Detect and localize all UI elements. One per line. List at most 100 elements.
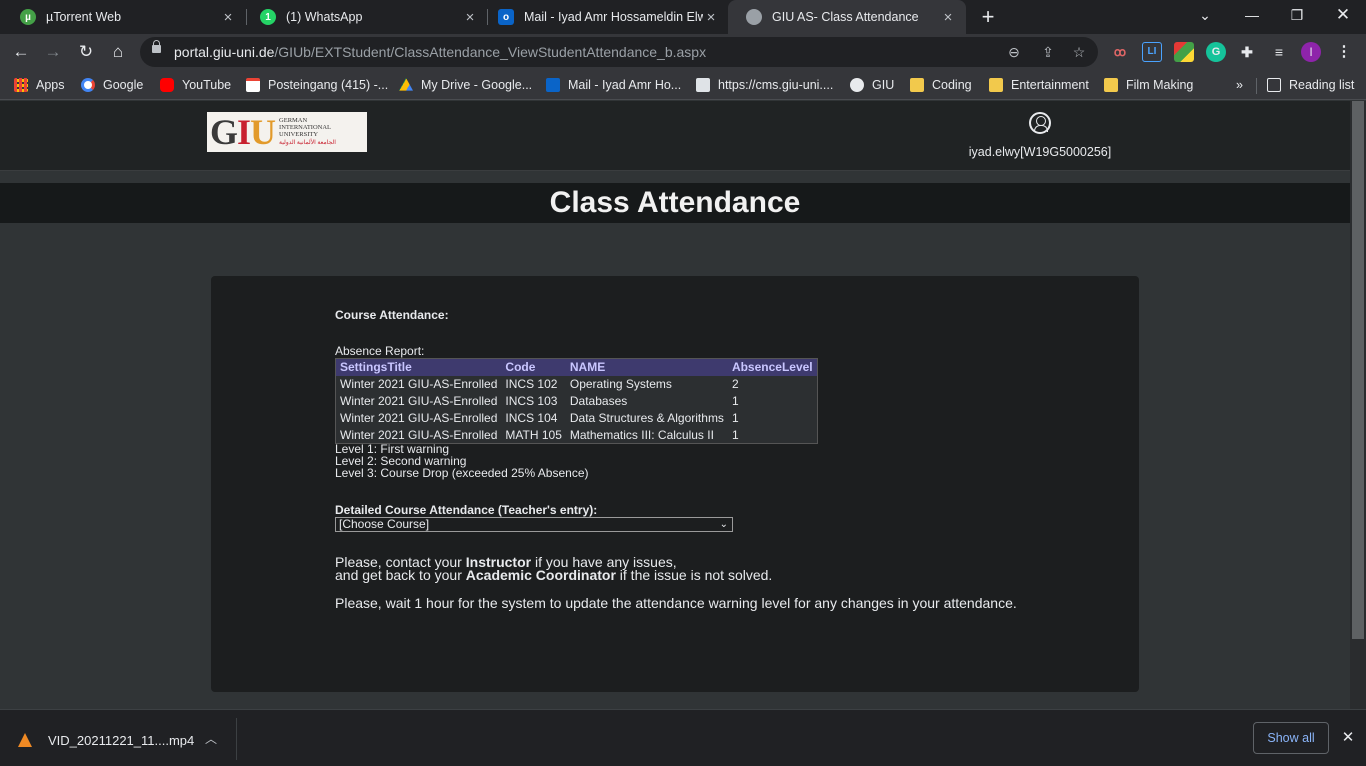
bookmark-folder-film-making[interactable]: Film Making — [1104, 76, 1193, 94]
reload-icon[interactable]: ↻ — [74, 40, 98, 64]
column-header: AbsenceLevel — [727, 358, 818, 376]
bookmark-google[interactable]: Google — [81, 76, 143, 94]
tab-strip: µ µTorrent Web × 1 (1) WhatsApp × o Mail… — [0, 0, 1366, 34]
bookmark-apps[interactable]: Apps — [14, 76, 65, 94]
bookmark-cms[interactable]: https://cms.giu-uni.... — [696, 76, 833, 94]
site-header: GIU GERMAN INTERNATIONAL UNIVERSITY الجا… — [0, 101, 1350, 171]
course-select[interactable]: [Choose Course] ⌄ — [335, 517, 733, 532]
media-control-icon[interactable]: ≡ — [1269, 42, 1289, 62]
table-cell: Mathematics III: Calculus II — [569, 427, 714, 442]
bookmark-folder-entertainment[interactable]: Entertainment — [989, 76, 1089, 94]
tab-class-attendance[interactable]: GIU AS- Class Attendance × — [728, 0, 966, 34]
bookmark-drive[interactable]: My Drive - Google... — [399, 76, 532, 94]
bookmark-giu[interactable]: GIU — [850, 76, 894, 94]
giu-logo[interactable]: GIU GERMAN INTERNATIONAL UNIVERSITY الجا… — [207, 112, 367, 152]
address-bar[interactable]: portal.giu-uni.de/GIUb/EXTStudent/ClassA… — [140, 37, 1098, 67]
tab-mail[interactable]: o Mail - Iyad Amr Hossameldin Elw × — [480, 0, 729, 34]
new-tab-button[interactable]: + — [976, 5, 1000, 29]
page-title: Class Attendance — [549, 186, 801, 219]
bookmark-star-icon[interactable]: ☆ — [1069, 42, 1089, 62]
tab-label: µTorrent Web — [46, 10, 122, 24]
table-cell: 1 — [731, 427, 739, 442]
home-icon[interactable]: ⌂ — [106, 40, 130, 64]
browser-toolbar: ← → ↻ ⌂ portal.giu-uni.de/GIUb/EXTStuden… — [0, 34, 1366, 70]
update-wait-note: Please, wait 1 hour for the system to up… — [335, 595, 1017, 611]
url-text[interactable]: portal.giu-uni.de/GIUb/EXTStudent/ClassA… — [174, 44, 706, 60]
tab-whatsapp[interactable]: 1 (1) WhatsApp × — [242, 0, 488, 34]
window-close-icon[interactable]: ✕ — [1331, 5, 1355, 25]
logo-mark: GIU — [210, 112, 276, 152]
outlook-icon: o — [498, 9, 514, 25]
contact-instructions: Please, contact your Instructor if you h… — [335, 554, 773, 583]
bookmark-label: Apps — [36, 78, 65, 92]
download-filename: VID_20211221_11....mp4 — [48, 732, 195, 748]
tab-search-chevron-icon[interactable]: ⌄ — [1193, 5, 1217, 25]
table-row: Winter 2021 GIU-AS-Enrolled INCS 103 Dat… — [336, 393, 818, 410]
reading-list-label: Reading list — [1289, 78, 1355, 92]
bookmark-label: YouTube — [182, 78, 232, 92]
close-icon[interactable]: × — [703, 9, 719, 26]
restore-icon[interactable]: ❐ — [1285, 5, 1309, 25]
column-header: Code — [501, 358, 566, 376]
youtube-icon — [160, 78, 174, 92]
table-cell: Winter 2021 GIU-AS-Enrolled — [340, 427, 498, 442]
level-3-text: Level 3: Course Drop (exceeded 25% Absen… — [335, 466, 589, 480]
table-row: Winter 2021 GIU-AS-Enrolled MATH 105 Mat… — [336, 427, 818, 444]
download-item[interactable]: VID_20211221_11....mp4 — [18, 730, 194, 750]
chevron-up-icon[interactable]: ︿ — [205, 730, 217, 747]
show-all-button[interactable]: Show all — [1253, 722, 1329, 754]
table-cell: INCS 104 — [505, 411, 558, 425]
bookmarks-overflow-button[interactable]: » — [1236, 76, 1243, 94]
bookmark-label: Film Making — [1126, 78, 1194, 92]
table-cell: Winter 2021 GIU-AS-Enrolled — [340, 411, 498, 425]
bookmark-folder-coding[interactable]: Coding — [910, 76, 972, 94]
table-cell: Winter 2021 GIU-AS-Enrolled — [340, 377, 498, 391]
user-icon[interactable] — [1029, 112, 1051, 134]
username: iyad.elwy[W19G5000256] — [968, 145, 1112, 159]
close-icon[interactable]: × — [940, 9, 956, 26]
bookmark-label: https://cms.giu-uni.... — [718, 78, 834, 92]
detailed-attendance-label: Detailed Course Attendance (Teacher's en… — [335, 503, 598, 517]
back-icon[interactable]: ← — [9, 40, 33, 64]
scrollbar-thumb[interactable] — [1352, 101, 1364, 639]
close-icon[interactable]: ✕ — [1338, 728, 1358, 746]
bookmark-gmail[interactable]: Posteingang (415) -... — [246, 76, 388, 94]
bookmark-label: Google — [103, 78, 144, 92]
table-cell: INCS 102 — [505, 377, 558, 391]
drive-icon — [399, 78, 413, 91]
bookmark-youtube[interactable]: YouTube — [160, 76, 231, 94]
close-icon[interactable]: × — [220, 9, 236, 26]
table-cell: MATH 105 — [505, 427, 562, 442]
bookmarks-bar: Apps Google YouTube Posteingang (415) -.… — [0, 70, 1366, 100]
forward-icon[interactable]: → — [41, 40, 65, 64]
bookmark-mail[interactable]: Mail - Iyad Amr Ho... — [546, 76, 681, 94]
color-extension-icon[interactable] — [1174, 42, 1194, 62]
tab-utorrent[interactable]: µ µTorrent Web × — [2, 0, 246, 34]
logo-text: GERMAN INTERNATIONAL UNIVERSITY الجامعة … — [279, 117, 336, 146]
share-icon[interactable]: ⇪ — [1038, 42, 1058, 62]
lock-icon[interactable] — [152, 40, 161, 53]
absence-level-legend: Level 1: First warning Level 2: Second w… — [335, 443, 588, 479]
page-scrollbar[interactable] — [1350, 101, 1366, 709]
linguee-extension-icon[interactable]: LI — [1142, 42, 1162, 62]
bookmark-label: Coding — [932, 78, 972, 92]
reading-list-button[interactable]: Reading list — [1267, 76, 1354, 94]
zoom-icon[interactable]: ⊖ — [1004, 42, 1024, 62]
close-icon[interactable]: × — [462, 9, 478, 26]
downloads-bar: VID_20211221_11....mp4 ︿ Show all ✕ — [0, 709, 1366, 766]
menu-kebab-icon[interactable]: ⋮ — [1334, 42, 1354, 62]
extension-glasses-icon[interactable]: ꝏ — [1110, 42, 1130, 62]
tab-label: (1) WhatsApp — [286, 10, 363, 24]
profile-avatar[interactable]: I — [1301, 42, 1321, 62]
folder-icon — [910, 78, 924, 92]
reading-list-icon — [1267, 78, 1281, 92]
extensions-puzzle-icon[interactable]: ✚ — [1237, 42, 1257, 62]
page-title-bar: Class Attendance — [0, 183, 1350, 223]
table-cell: Databases — [569, 394, 628, 408]
minimize-icon[interactable]: — — [1240, 5, 1264, 25]
whatsapp-icon: 1 — [260, 9, 276, 25]
vlc-file-icon — [18, 733, 32, 747]
table-cell: Data Structures & Algorithms — [569, 411, 724, 425]
attendance-card: Course Attendance: Absence Report: Setti… — [211, 276, 1139, 692]
grammarly-icon[interactable]: G — [1206, 42, 1226, 62]
